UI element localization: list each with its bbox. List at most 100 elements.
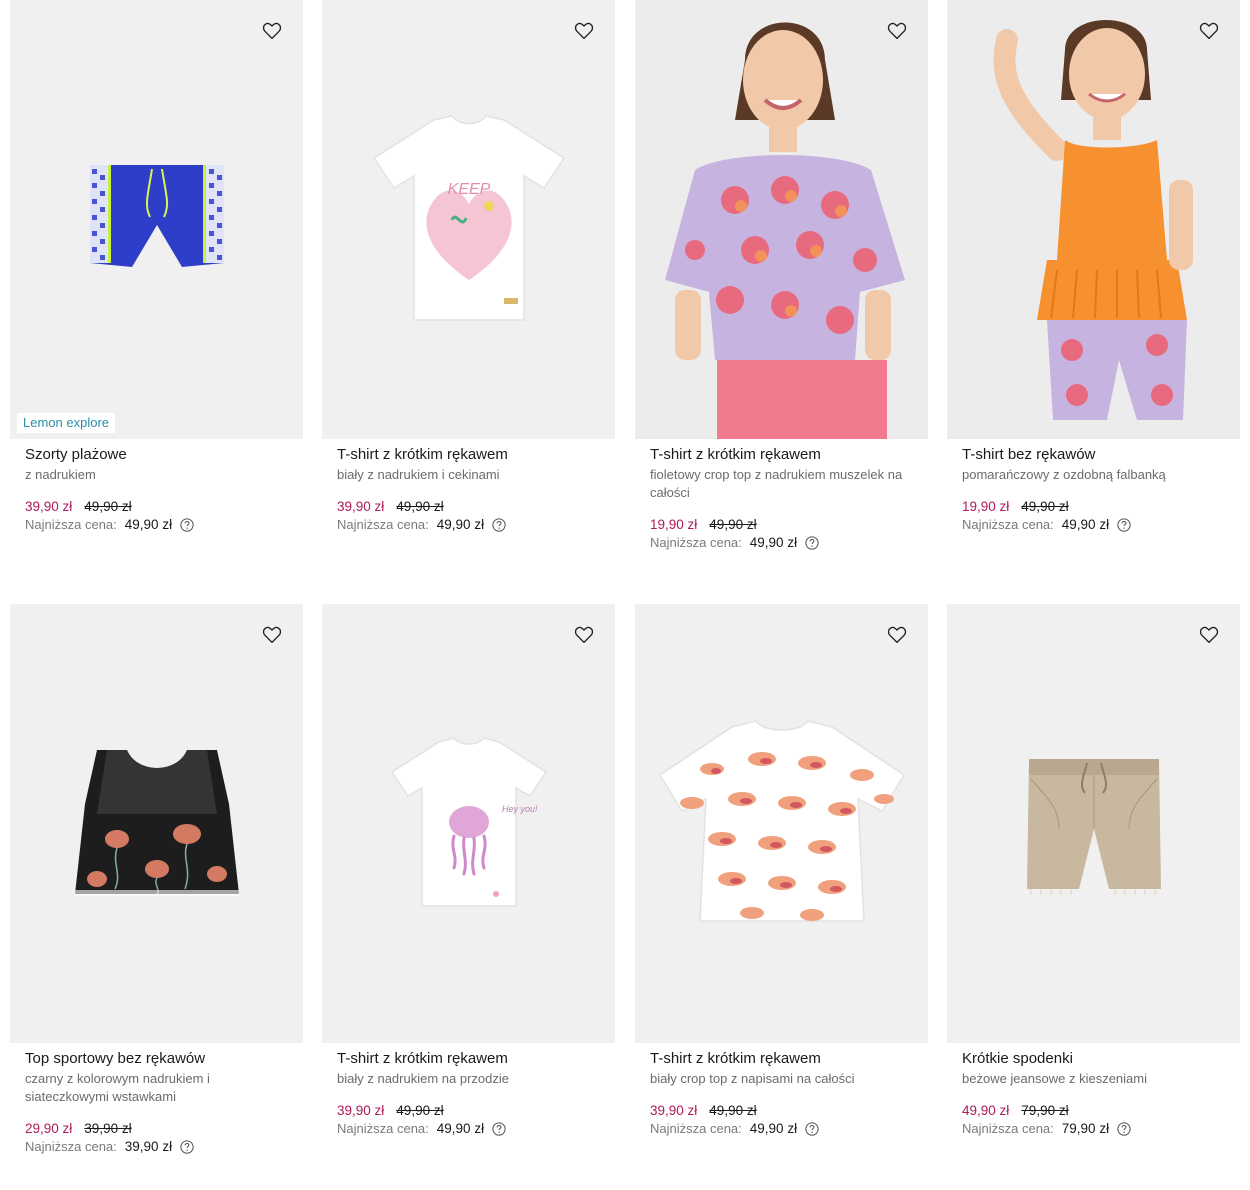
lowest-price-label: Najniższa cena: [25,517,117,532]
heart-outline-icon [574,626,594,644]
product-info: T-shirt z krótkim rękawem fioletowy crop… [635,439,928,552]
price-row: 49,90 zł 79,90 zł [962,1102,1225,1120]
product-description: biały crop top z napisami na całości [650,1071,855,1086]
sale-price: 39,90 zł [25,499,73,514]
lowest-price-value: 49,90 zł [436,517,485,532]
product-card[interactable]: Top sportowy bez rękawów czarny z koloro… [10,604,303,1156]
product-image[interactable] [635,604,928,1043]
lowest-price-value: 49,90 zł [1061,517,1110,532]
product-image[interactable]: Hey you! [322,604,615,1043]
heart-outline-icon [574,22,594,40]
favorite-button[interactable] [1198,20,1220,42]
collection-badge: Lemon explore [17,413,115,433]
white-crop-top-ocean-print-image [658,719,905,922]
favorite-button[interactable] [261,20,283,42]
question-circle-icon[interactable] [492,518,506,532]
price-row: 19,90 zł 49,90 zł [962,498,1225,516]
old-price: 49,90 zł [709,1103,757,1118]
price-row: 19,90 zł 49,90 zł [650,516,913,534]
lowest-price-label: Najniższa cena: [337,517,429,532]
product-title[interactable]: T-shirt z krótkim rękawem [650,1049,913,1069]
favorite-button[interactable] [1198,624,1220,646]
product-card[interactable]: T-shirt bez rękawów pomarańczowy z ozdob… [947,0,1240,534]
lowest-price-value: 39,90 zł [124,1139,173,1154]
product-title[interactable]: Szorty plażowe [25,445,288,465]
product-card[interactable]: Hey you! T-shirt z krótkim rękawem biały… [322,604,615,1138]
lowest-price-row: Najniższa cena: 79,90 zł [962,1120,1225,1138]
price-row: 39,90 zł 49,90 zł [25,498,288,516]
lowest-price-label: Najniższa cena: [962,1121,1054,1136]
sale-price: 39,90 zł [650,1103,698,1118]
lowest-price-label: Najniższa cena: [25,1139,117,1154]
lowest-price-label: Najniższa cena: [962,517,1054,532]
favorite-button[interactable] [573,624,595,646]
lowest-price-label: Najniższa cena: [650,1121,742,1136]
lowest-price-row: Najniższa cena: 49,90 zł [650,534,913,552]
product-info: Top sportowy bez rękawów czarny z koloro… [10,1043,303,1156]
product-title[interactable]: T-shirt bez rękawów [962,445,1225,465]
product-description: pomarańczowy z ozdobną falbanką [962,467,1166,482]
sale-price: 49,90 zł [962,1103,1010,1118]
black-jellyfish-crop-top-image [74,749,239,896]
product-image[interactable]: KEEP [322,0,615,439]
product-image[interactable] [947,0,1240,439]
old-price: 79,90 zł [1021,1103,1069,1118]
lowest-price-label: Najniższa cena: [650,535,742,550]
svg-text:KEEP: KEEP [447,181,490,198]
lowest-price-row: Najniższa cena: 49,90 zł [650,1120,913,1138]
product-info: Krótkie spodenki beżowe jeansowe z kiesz… [947,1043,1240,1138]
product-title[interactable]: T-shirt z krótkim rękawem [337,1049,600,1069]
product-image[interactable] [635,0,928,439]
product-title[interactable]: Top sportowy bez rękawów [25,1049,288,1069]
product-card[interactable]: Krótkie spodenki beżowe jeansowe z kiesz… [947,604,1240,1138]
product-description: biały z nadrukiem na przodzie [337,1071,509,1086]
question-circle-icon[interactable] [805,1122,819,1136]
question-circle-icon[interactable] [1117,1122,1131,1136]
lowest-price-value: 79,90 zł [1061,1121,1110,1136]
product-title[interactable]: T-shirt z krótkim rękawem [337,445,600,465]
lowest-price-row: Najniższa cena: 49,90 zł [337,516,600,534]
old-price: 49,90 zł [84,499,132,514]
question-circle-icon[interactable] [180,518,194,532]
price-row: 39,90 zł 49,90 zł [337,1102,600,1120]
heart-outline-icon [887,626,907,644]
heart-outline-icon [1199,22,1219,40]
heart-outline-icon [887,22,907,40]
product-image[interactable]: Lemon explore [10,0,303,439]
sale-price: 39,90 zł [337,499,385,514]
heart-outline-icon [1199,626,1219,644]
girl-lilac-shell-top-image [665,22,905,439]
lowest-price-value: 49,90 zł [749,535,798,550]
favorite-button[interactable] [886,20,908,42]
lowest-price-value: 49,90 zł [436,1121,485,1136]
question-circle-icon[interactable] [492,1122,506,1136]
sale-price: 19,90 zł [650,517,698,532]
product-image[interactable] [10,604,303,1043]
sale-price: 39,90 zł [337,1103,385,1118]
product-title[interactable]: T-shirt z krótkim rękawem [650,445,913,465]
old-price: 39,90 zł [84,1121,132,1136]
lowest-price-label: Najniższa cena: [337,1121,429,1136]
white-tshirt-heart-print-image: KEEP [372,114,565,321]
lowest-price-row: Najniższa cena: 49,90 zł [337,1120,600,1138]
product-image[interactable] [947,604,1240,1043]
favorite-button[interactable] [261,624,283,646]
old-price: 49,90 zł [709,517,757,532]
question-circle-icon[interactable] [180,1140,194,1154]
product-card[interactable]: T-shirt z krótkim rękawem fioletowy crop… [635,0,928,552]
product-card[interactable]: Lemon explore Szorty plażowe z nadrukiem… [10,0,303,534]
price-row: 39,90 zł 49,90 zł [650,1102,913,1120]
svg-text:Hey you!: Hey you! [502,804,538,814]
product-description: fioletowy crop top z nadrukiem muszelek … [650,467,903,500]
favorite-button[interactable] [573,20,595,42]
old-price: 49,90 zł [396,1103,444,1118]
price-row: 39,90 zł 49,90 zł [337,498,600,516]
product-card[interactable]: T-shirt z krótkim rękawem biały crop top… [635,604,928,1138]
question-circle-icon[interactable] [1117,518,1131,532]
product-description: czarny z kolorowym nadrukiem i siateczko… [25,1071,210,1104]
product-title[interactable]: Krótkie spodenki [962,1049,1225,1069]
question-circle-icon[interactable] [805,536,819,550]
favorite-button[interactable] [886,624,908,646]
product-card[interactable]: KEEP T-shirt z krótkim rękawem biały z n… [322,0,615,534]
girl-orange-tank-top-image [993,20,1193,420]
